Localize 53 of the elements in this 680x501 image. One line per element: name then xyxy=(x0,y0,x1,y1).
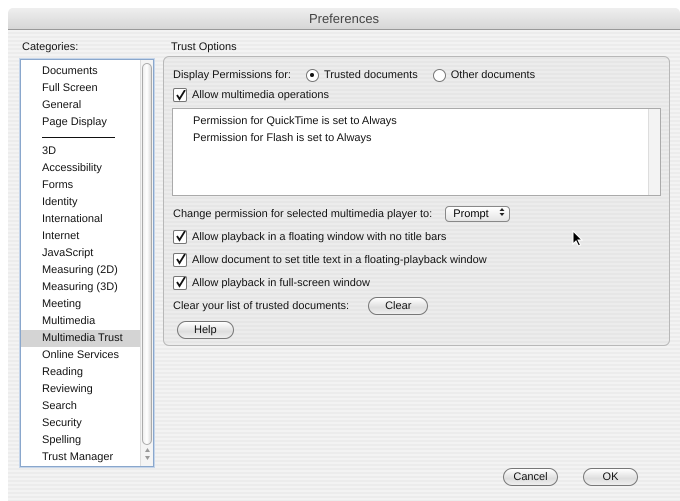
field-label: Display Permissions for: xyxy=(173,69,291,81)
category-item[interactable]: Reading xyxy=(21,364,140,381)
checkbox-label[interactable]: Allow document to set title text in a floating-playback window xyxy=(192,254,487,266)
help-button[interactable]: Help xyxy=(177,321,234,339)
radio-label[interactable]: Trusted documents xyxy=(324,69,418,81)
checkbox-label[interactable]: Allow playback in full-screen window xyxy=(192,276,370,288)
checkbox[interactable] xyxy=(173,276,187,290)
field-label: Change permission for selected multimedia player to: xyxy=(173,208,432,220)
category-item[interactable]: Measuring (2D) xyxy=(21,262,140,279)
category-item[interactable]: Multimedia xyxy=(21,313,140,330)
category-item[interactable]: Meeting xyxy=(21,296,140,313)
category-item[interactable]: Documents xyxy=(21,63,140,80)
category-item[interactable]: International xyxy=(21,211,140,228)
category-item[interactable]: Full Screen xyxy=(21,80,140,97)
category-item[interactable]: Identity xyxy=(21,194,140,211)
category-item[interactable]: Search xyxy=(21,398,140,415)
category-item[interactable]: General xyxy=(21,97,140,114)
cancel-button[interactable]: Cancel xyxy=(503,468,558,486)
section-title: Trust Options xyxy=(170,41,238,55)
category-item[interactable]: JavaScript xyxy=(21,245,140,262)
category-item[interactable]: Security xyxy=(21,415,140,432)
checkbox[interactable] xyxy=(173,88,187,102)
radio-button[interactable] xyxy=(306,68,319,82)
scrollbar[interactable] xyxy=(140,60,153,466)
category-item[interactable]: Forms xyxy=(21,177,140,194)
radio-option[interactable]: Other documents xyxy=(432,68,536,82)
checkbox[interactable] xyxy=(173,252,187,266)
radio-option[interactable]: Trusted documents xyxy=(306,68,418,82)
category-item[interactable]: 3D xyxy=(21,143,140,160)
category-item[interactable]: Online Services xyxy=(21,347,140,364)
category-item[interactable]: Reviewing xyxy=(21,381,140,398)
pointer-icon xyxy=(572,230,583,247)
category-item[interactable]: Multimedia Trust xyxy=(21,330,140,347)
permission-dropdown[interactable]: Prompt xyxy=(445,206,510,222)
field-label: Clear your list of trusted documents: xyxy=(173,300,350,312)
category-item[interactable]: Page Display xyxy=(21,114,140,131)
checkbox[interactable] xyxy=(173,230,187,244)
category-item[interactable]: Internet xyxy=(21,228,140,245)
category-item[interactable]: Measuring (3D) xyxy=(21,279,140,296)
checkbox-label[interactable]: Allow multimedia operations xyxy=(192,89,329,101)
ok-button[interactable]: OK xyxy=(583,468,638,486)
clear-button[interactable]: Clear xyxy=(368,296,428,314)
permission-item[interactable]: Permission for QuickTime is set to Always xyxy=(193,113,628,130)
permission-item[interactable]: Permission for Flash is set to Always xyxy=(193,130,628,147)
category-item[interactable]: Accessibility xyxy=(21,160,140,177)
scrollbar[interactable] xyxy=(648,109,660,195)
window-title: Preferences xyxy=(308,11,380,26)
categories-label: Categories: xyxy=(21,41,80,55)
category-item[interactable]: Trust Manager xyxy=(21,449,140,466)
radio-button[interactable] xyxy=(432,68,446,82)
category-item[interactable]: Spelling xyxy=(21,432,140,449)
checkbox-label[interactable]: Allow playback in a floating window with no title bars xyxy=(192,230,446,242)
radio-label[interactable]: Other documents xyxy=(450,69,536,81)
